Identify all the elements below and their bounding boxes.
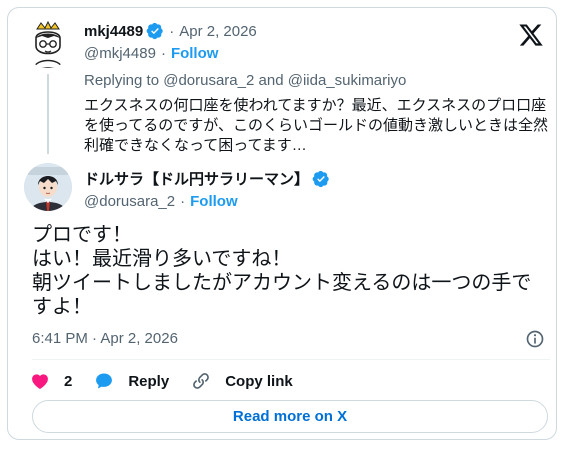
separator-dot: · xyxy=(180,193,186,210)
main-text-line: はい！最近滑り多いですね！ xyxy=(32,248,292,270)
x-logo-icon[interactable] xyxy=(518,22,544,48)
main-text-line: プロです！ xyxy=(32,224,132,246)
parent-date[interactable]: Apr 2, 2026 xyxy=(179,23,257,40)
main-header: ドルサラ【ドル円サラリーマン】 xyxy=(84,168,330,189)
main-avatar[interactable] xyxy=(24,163,72,211)
read-more-button[interactable]: Read more on X xyxy=(32,400,548,433)
parent-text-line: を使ってるのですが、このくらいゴールドの値動き激しいときは全然 xyxy=(84,117,548,134)
parent-handle[interactable]: @mkj4489 xyxy=(84,45,156,62)
link-icon xyxy=(193,373,210,389)
main-handle[interactable]: @dorusara_2 xyxy=(84,193,175,210)
reply-button[interactable]: Reply xyxy=(94,371,169,391)
main-text-line: 朝ツイートしましたがアカウント変えるのは一つの手で xyxy=(32,272,532,294)
parent-subheader: @mkj4489 · Follow xyxy=(84,45,218,62)
like-button[interactable]: 2 xyxy=(30,371,72,391)
parent-follow-button[interactable]: Follow xyxy=(171,45,219,62)
tweet-timestamp[interactable]: 6:41 PM · Apr 2, 2026 xyxy=(32,330,178,347)
parent-header: mkj4489 · Apr 2, 2026 xyxy=(84,22,257,40)
tweet-embed-card: mkj4489 · Apr 2, 2026 @mkj4489 · Follow … xyxy=(7,7,557,440)
verified-badge-icon xyxy=(312,170,329,187)
parent-text-line: 利確できなくなって困ってます… xyxy=(84,137,307,154)
verified-badge-icon xyxy=(146,22,163,40)
parent-text-line: エクスネスの何口座を使われてますか？最近、エクスネスのプロ口座 xyxy=(84,97,547,114)
speech-bubble-icon xyxy=(96,373,113,389)
parent-display-name[interactable]: mkj4489 xyxy=(84,23,143,40)
main-subheader: @dorusara_2 · Follow xyxy=(84,193,238,210)
divider xyxy=(32,359,550,360)
replying-to-line: Replying to @dorusara_2 and @iida_sukima… xyxy=(84,72,406,89)
replying-to-user-1[interactable]: @dorusara_2 xyxy=(163,72,254,89)
main-tweet-text: プロです！ はい！最近滑り多いですね！ 朝ツイートしましたがアカウント変えるのは… xyxy=(32,223,552,319)
parent-tweet-text: エクスネスの何口座を使われてますか？最近、エクスネスのプロ口座 を使ってるのです… xyxy=(84,96,554,156)
replying-to-user-2[interactable]: @iida_sukimariyo xyxy=(288,72,407,89)
thread-connector-line xyxy=(47,74,49,154)
parent-avatar[interactable] xyxy=(24,20,72,68)
main-follow-button[interactable]: Follow xyxy=(190,193,238,210)
separator-dot: · xyxy=(169,22,175,40)
main-text-line: すよ！ xyxy=(32,296,92,318)
info-icon[interactable] xyxy=(525,329,545,349)
reply-label: Reply xyxy=(128,372,170,390)
separator-dot: · xyxy=(160,45,166,62)
heart-icon xyxy=(32,374,48,389)
action-bar: 2 Reply Copy link xyxy=(30,370,315,392)
replying-to-prefix: Replying to xyxy=(84,72,164,89)
like-count: 2 xyxy=(64,372,73,390)
replying-to-and: and xyxy=(254,72,288,89)
main-display-name[interactable]: ドルサラ【ドル円サラリーマン】 xyxy=(84,168,309,189)
copy-link-label: Copy link xyxy=(225,372,293,390)
copy-link-button[interactable]: Copy link xyxy=(191,371,293,391)
